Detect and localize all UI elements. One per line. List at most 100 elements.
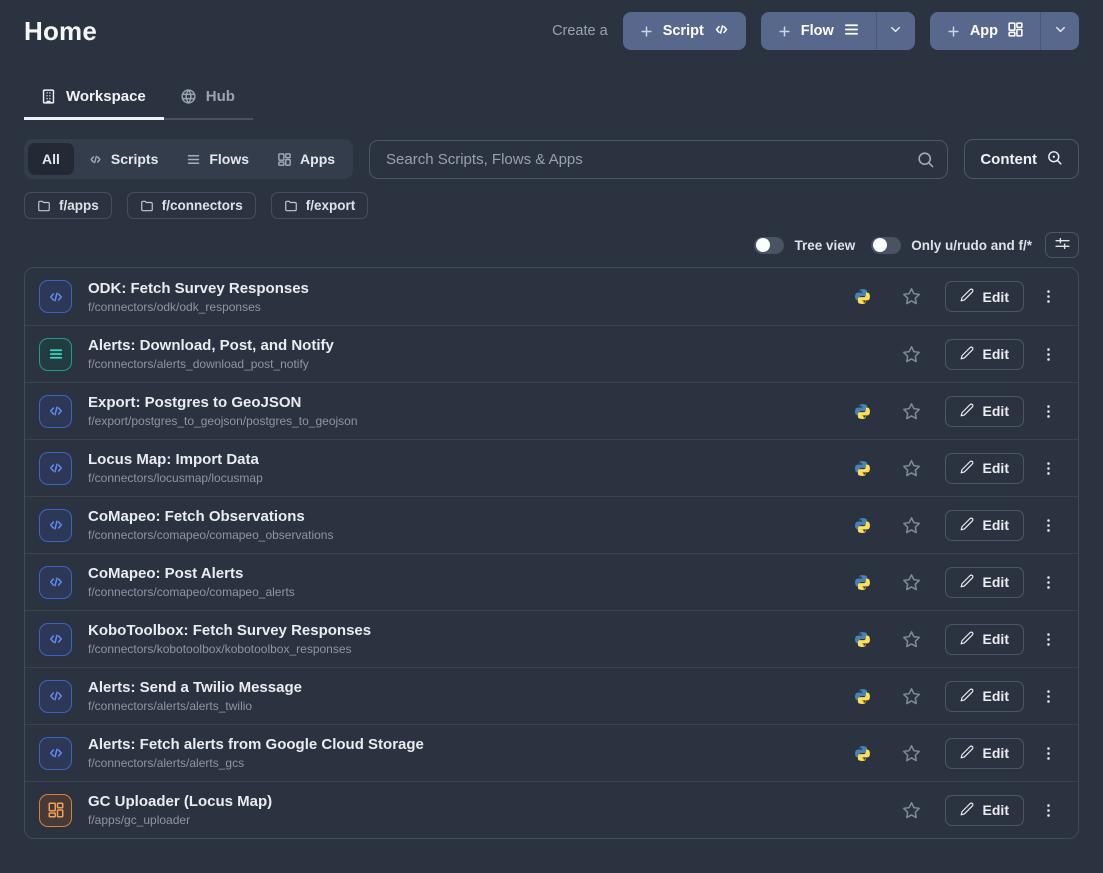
item-title: CoMapeo: Post Alerts (88, 565, 295, 582)
edit-button[interactable]: Edit (945, 567, 1024, 598)
create-flow-label: Flow (801, 23, 834, 39)
edit-button[interactable]: Edit (945, 738, 1024, 769)
favorite-star-icon[interactable] (901, 286, 922, 307)
folder-chip-label: f/export (306, 198, 356, 213)
edit-button[interactable]: Edit (945, 453, 1024, 484)
favorite-star-icon[interactable] (901, 344, 922, 365)
pencil-icon (960, 802, 974, 819)
list-item[interactable]: Alerts: Fetch alerts from Google Cloud S… (25, 724, 1078, 781)
edit-button[interactable]: Edit (945, 396, 1024, 427)
folder-chip-connectors[interactable]: f/connectors (127, 192, 256, 219)
kebab-menu-icon[interactable] (1036, 460, 1060, 477)
content-search-button[interactable]: Content (964, 139, 1079, 179)
kebab-menu-icon[interactable] (1036, 517, 1060, 534)
kind-tab-scripts[interactable]: Scripts (74, 143, 172, 175)
edit-button-label: Edit (983, 517, 1009, 533)
folder-chip-apps[interactable]: f/apps (24, 192, 112, 219)
plus-icon (777, 24, 792, 39)
items-list: ODK: Fetch Survey Responses f/connectors… (24, 267, 1079, 839)
create-a-label: Create a (552, 23, 608, 39)
favorite-star-icon[interactable] (901, 458, 922, 479)
item-path: f/connectors/locusmap/locusmap (88, 471, 263, 485)
app-grid-icon (1007, 21, 1024, 42)
kind-tab-flows[interactable]: Flows (172, 143, 263, 175)
folder-chips: f/apps f/connectors f/export (24, 192, 1079, 219)
item-text: CoMapeo: Post Alerts f/connectors/comape… (88, 565, 295, 599)
display-settings-button[interactable] (1045, 232, 1079, 258)
kebab-menu-icon[interactable] (1036, 745, 1060, 762)
create-script-label: Script (663, 23, 704, 39)
sliders-icon (1054, 235, 1071, 255)
page-header: Home Create a Script Flow (24, 12, 1079, 50)
item-title: KoboToolbox: Fetch Survey Responses (88, 622, 371, 639)
kebab-menu-icon[interactable] (1036, 346, 1060, 363)
kebab-menu-icon[interactable] (1036, 574, 1060, 591)
flow-dropdown-button[interactable] (876, 12, 915, 50)
edit-button[interactable]: Edit (945, 339, 1024, 370)
favorite-star-icon[interactable] (901, 515, 922, 536)
edit-button-label: Edit (983, 289, 1009, 305)
favorite-star-icon[interactable] (901, 743, 922, 764)
list-item[interactable]: ODK: Fetch Survey Responses f/connectors… (25, 268, 1078, 325)
item-actions: Edit (854, 795, 1060, 826)
kebab-menu-icon[interactable] (1036, 802, 1060, 819)
toggle-knob (873, 238, 887, 252)
list-item[interactable]: Export: Postgres to GeoJSON f/export/pos… (25, 382, 1078, 439)
chevron-down-icon (1053, 22, 1068, 40)
tab-hub[interactable]: Hub (164, 88, 253, 118)
favorite-star-icon[interactable] (901, 629, 922, 650)
edit-button[interactable]: Edit (945, 281, 1024, 312)
pencil-icon (960, 460, 974, 477)
edit-button[interactable]: Edit (945, 624, 1024, 655)
list-item[interactable]: KoboToolbox: Fetch Survey Responses f/co… (25, 610, 1078, 667)
edit-button[interactable]: Edit (945, 510, 1024, 541)
item-title: Alerts: Fetch alerts from Google Cloud S… (88, 736, 424, 753)
only-owner-toggle[interactable] (871, 237, 901, 254)
search-input[interactable] (369, 140, 948, 179)
script-type-icon (39, 395, 72, 428)
app-dropdown-button[interactable] (1040, 12, 1079, 50)
item-text: ODK: Fetch Survey Responses f/connectors… (88, 280, 309, 314)
edit-button[interactable]: Edit (945, 681, 1024, 712)
kebab-menu-icon[interactable] (1036, 688, 1060, 705)
item-actions: Edit (854, 281, 1060, 312)
toggle-knob (756, 238, 770, 252)
create-app-button[interactable]: App (930, 12, 1040, 50)
kebab-menu-icon[interactable] (1036, 403, 1060, 420)
list-item[interactable]: CoMapeo: Post Alerts f/connectors/comape… (25, 553, 1078, 610)
kebab-menu-icon[interactable] (1036, 631, 1060, 648)
folder-chip-export[interactable]: f/export (271, 192, 369, 219)
item-title: GC Uploader (Locus Map) (88, 793, 272, 810)
plus-icon (946, 24, 961, 39)
favorite-star-icon[interactable] (901, 686, 922, 707)
view-options-row: Tree view Only u/rudo and f/* (24, 232, 1079, 258)
list-item[interactable]: CoMapeo: Fetch Observations f/connectors… (25, 496, 1078, 553)
item-path: f/connectors/kobotoolbox/kobotoolbox_res… (88, 642, 371, 656)
list-item[interactable]: Alerts: Download, Post, and Notify f/con… (25, 325, 1078, 382)
list-item[interactable]: Locus Map: Import Data f/connectors/locu… (25, 439, 1078, 496)
kind-all-label: All (42, 151, 60, 167)
edit-button[interactable]: Edit (945, 795, 1024, 826)
kebab-menu-icon[interactable] (1036, 288, 1060, 305)
tree-view-toggle[interactable] (754, 237, 784, 254)
pencil-icon (960, 688, 974, 705)
favorite-star-icon[interactable] (901, 572, 922, 593)
kind-tab-all[interactable]: All (28, 143, 74, 175)
python-logo-icon (854, 459, 872, 477)
python-logo-icon (854, 402, 872, 420)
favorite-star-icon[interactable] (901, 800, 922, 821)
flow-icon (843, 21, 860, 42)
list-item[interactable]: GC Uploader (Locus Map) f/apps/gc_upload… (25, 781, 1078, 838)
content-search-icon (1046, 149, 1063, 170)
favorite-star-icon[interactable] (901, 401, 922, 422)
item-text: CoMapeo: Fetch Observations f/connectors… (88, 508, 333, 542)
create-app-label: App (970, 23, 998, 39)
tab-workspace[interactable]: Workspace (24, 88, 164, 118)
pencil-icon (960, 517, 974, 534)
list-item[interactable]: Alerts: Send a Twilio Message f/connecto… (25, 667, 1078, 724)
create-script-button[interactable]: Script (623, 12, 746, 50)
kind-tab-apps[interactable]: Apps (263, 143, 349, 175)
pencil-icon (960, 403, 974, 420)
script-type-icon (39, 623, 72, 656)
create-flow-button[interactable]: Flow (761, 12, 876, 50)
